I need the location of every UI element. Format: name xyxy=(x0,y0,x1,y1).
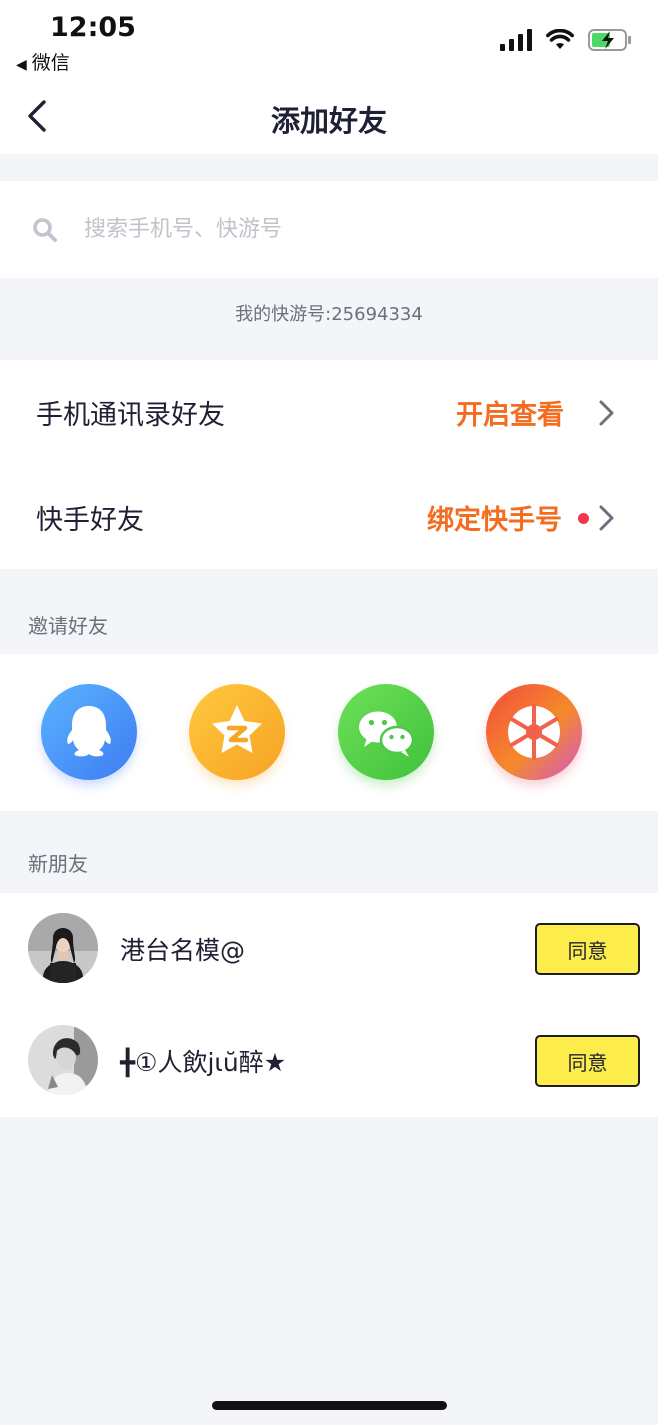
share-moments-button[interactable] xyxy=(486,684,582,780)
row-action: 开启查看 xyxy=(456,400,564,431)
list-item[interactable]: ╋①人飲jιŭ醉★ 同意 xyxy=(0,1005,658,1117)
status-bar: 12:05 ◀ 微信 xyxy=(0,0,658,80)
section-invite-title: 邀请好友 xyxy=(28,614,108,638)
friend-name: ╋①人飲jιŭ醉★ xyxy=(120,1048,287,1077)
page: 12:05 ◀ 微信 添加好友 搜索手机号、快游号 我的快游号:25694334… xyxy=(0,0,658,1425)
row-contacts-friends[interactable]: 手机通讯录好友 开启查看 xyxy=(0,360,658,464)
back-app-label: 微信 xyxy=(31,52,70,74)
avatar-photo-1 xyxy=(28,913,98,983)
notification-dot xyxy=(578,513,589,524)
chevron-right-icon xyxy=(599,400,614,426)
search-input[interactable] xyxy=(84,207,624,251)
section-new-friends-title: 新朋友 xyxy=(28,852,88,876)
avatar[interactable] xyxy=(28,1025,98,1095)
qzone-icon xyxy=(212,705,262,753)
avatar[interactable] xyxy=(28,913,98,983)
row-label: 手机通讯录好友 xyxy=(36,400,225,431)
chevron-right-icon xyxy=(599,505,614,531)
invite-channels xyxy=(0,654,658,811)
status-time: 12:05 xyxy=(50,12,136,43)
agree-button[interactable]: 同意 xyxy=(535,923,640,975)
agree-button[interactable]: 同意 xyxy=(535,1035,640,1087)
row-label: 快手好友 xyxy=(36,505,144,536)
share-qq-button[interactable] xyxy=(41,684,137,780)
wechat-icon xyxy=(359,711,415,757)
qq-icon xyxy=(67,706,111,757)
home-indicator[interactable] xyxy=(212,1401,447,1410)
status-icons xyxy=(500,26,632,54)
signal-icon xyxy=(500,29,532,51)
wifi-icon xyxy=(546,29,574,49)
row-kuaishou-friends[interactable]: 快手好友 绑定快手号 xyxy=(0,465,658,569)
my-id: 我的快游号:25694334 xyxy=(235,304,423,325)
back-to-wechat[interactable]: ◀ 微信 xyxy=(16,48,70,75)
page-title: 添加好友 xyxy=(270,104,387,138)
friend-source-list: 手机通讯录好友 开启查看 快手好友 绑定快手号 xyxy=(0,360,658,569)
search-icon xyxy=(33,218,57,242)
share-wechat-button[interactable] xyxy=(338,684,434,780)
back-triangle-icon: ◀ xyxy=(16,57,27,73)
friend-name: 港台名模@ xyxy=(120,936,246,965)
list-item[interactable]: 港台名模@ 同意 xyxy=(0,893,658,1005)
avatar-photo-2 xyxy=(28,1025,98,1095)
moments-icon xyxy=(508,704,560,760)
share-qzone-button[interactable] xyxy=(189,684,285,780)
new-friends-list: 港台名模@ 同意 ╋①人飲jιŭ醉★ 同意 xyxy=(0,893,658,1117)
search-bar[interactable] xyxy=(0,181,658,278)
row-action: 绑定快手号 xyxy=(427,505,562,536)
battery-charging-icon xyxy=(588,29,631,51)
nav-bar: 添加好友 xyxy=(0,80,658,154)
